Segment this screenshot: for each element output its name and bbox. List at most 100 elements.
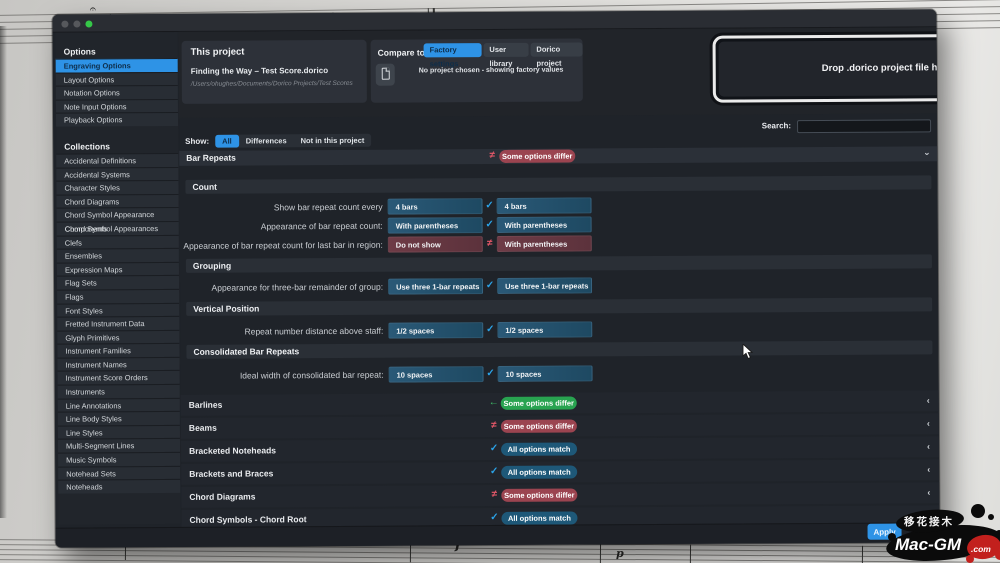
sidebar-item-line-styles[interactable]: Line Styles xyxy=(58,425,180,439)
chevron-left-icon[interactable]: ‹ xyxy=(927,436,930,457)
sidebar-item-multi-segment-lines[interactable]: Multi-Segment Lines xyxy=(58,438,180,452)
match-icon[interactable]: ✓ xyxy=(483,280,497,291)
screenshot-stage: 𝄐 𝄾 f p { "icons": { "match": "✓", "diff… xyxy=(0,0,1000,563)
differ-icon: ≠ xyxy=(487,489,501,500)
sidebar-item-instrument-families[interactable]: Instrument Families xyxy=(57,343,179,357)
match-icon[interactable]: ✓ xyxy=(483,200,497,211)
match-icon: ✓ xyxy=(487,512,501,523)
sidebar-item-flag-sets[interactable]: Flag Sets xyxy=(57,275,179,289)
section-row-brackets-and-braces[interactable]: Brackets and Braces ✓ All options match … xyxy=(181,459,939,485)
status-badge: Some options differ xyxy=(501,397,577,410)
watermark-chinese-text: 移花接木 xyxy=(904,515,954,528)
sidebar-item-chord-diagrams[interactable]: Chord Diagrams xyxy=(56,194,178,208)
sidebar-item-instrument-names[interactable]: Instrument Names xyxy=(57,357,179,371)
show-segmented-control: All Differences Not in this project xyxy=(215,133,371,147)
status-badge: All options match xyxy=(501,443,577,456)
sidebar-item-ensembles[interactable]: Ensembles xyxy=(57,248,179,262)
sidebar-item-music-symbols[interactable]: Music Symbols xyxy=(58,452,180,466)
sidebar-item-glyph-primitives[interactable]: Glyph Primitives xyxy=(57,330,179,344)
sidebar-item-font-styles[interactable]: Font Styles xyxy=(57,302,179,316)
zoom-window-button[interactable] xyxy=(85,20,92,27)
sidebar-item-playback-options[interactable]: Playback Options xyxy=(56,112,178,126)
section-row-chord-diagrams[interactable]: Chord Diagrams ≠ Some options differ ‹ xyxy=(181,482,939,508)
sidebar-item-fretted-instrument-data[interactable]: Fretted Instrument Data xyxy=(57,316,179,330)
choose-project-button[interactable] xyxy=(376,64,395,86)
sidebar-item-notation-options[interactable]: Notation Options xyxy=(56,85,178,99)
sidebar-item-noteheads[interactable]: Noteheads xyxy=(58,479,180,493)
match-icon[interactable]: ✓ xyxy=(484,368,498,379)
sidebar-item-line-annotations[interactable]: Line Annotations xyxy=(58,398,180,412)
watermark-brand-suffix: .com xyxy=(971,544,991,554)
tab-factory-settings[interactable]: Factory settings xyxy=(424,43,482,57)
sidebar-item-layout-options[interactable]: Layout Options xyxy=(56,72,178,86)
bar-repeats-content: Count Show bar repeat count every 4 bars… xyxy=(179,161,939,533)
show-tab-not-in-project[interactable]: Not in this project xyxy=(294,133,372,146)
sidebar-item-expression-maps[interactable]: Expression Maps xyxy=(57,262,179,276)
section-title: Barlines xyxy=(189,395,223,416)
restored-arrow-icon: ← xyxy=(487,397,501,408)
search-input[interactable] xyxy=(797,119,931,133)
minimize-window-button[interactable] xyxy=(73,21,80,28)
sidebar-item-chord-symbol-appearances[interactable]: Chord Symbol Appearances xyxy=(57,221,179,235)
option-label: Ideal width of consolidated bar repeat: xyxy=(181,369,389,380)
mouse-cursor xyxy=(742,344,754,360)
differ-icon[interactable]: ≠ xyxy=(483,238,497,249)
sidebar-item-chord-symbol-appearance-components[interactable]: Chord Symbol Appearance Components xyxy=(57,207,179,221)
option-row: Show bar repeat count every 4 bars ✓ 4 b… xyxy=(180,194,938,216)
tab-user-library[interactable]: User library xyxy=(483,43,528,57)
compare-panel: Compare to: Factory settings User librar… xyxy=(371,38,583,102)
section-row-bracketed-noteheads[interactable]: Bracketed Noteheads ✓ All options match … xyxy=(181,436,939,462)
show-filter: Show: All Differences Not in this projec… xyxy=(185,133,371,148)
sidebar-item-flags[interactable]: Flags xyxy=(57,289,179,303)
search-label: Search: xyxy=(762,121,791,130)
group-header-grouping: Grouping xyxy=(186,254,932,273)
sidebar-item-instruments[interactable]: Instruments xyxy=(58,384,180,398)
value-box-factory: 4 bars xyxy=(497,197,592,214)
show-tab-differences[interactable]: Differences xyxy=(239,134,294,147)
option-label: Appearance for three-bar remainder of gr… xyxy=(180,281,388,292)
main-panel: This project Finding the Way – Test Scor… xyxy=(178,27,939,547)
chevron-left-icon[interactable]: ‹ xyxy=(927,390,930,411)
sidebar-item-character-styles[interactable]: Character Styles xyxy=(56,180,178,194)
section-title: Bracketed Noteheads xyxy=(189,440,276,462)
sidebar-item-note-input-options[interactable]: Note Input Options xyxy=(56,99,178,113)
close-window-button[interactable] xyxy=(61,21,68,28)
value-box-factory: Use three 1-bar repeats xyxy=(497,277,592,294)
this-project-title: This project xyxy=(191,47,245,58)
section-row-barlines[interactable]: Barlines ← Some options differ ‹ xyxy=(181,390,939,416)
chevron-left-icon[interactable]: ‹ xyxy=(927,459,930,480)
sidebar-item-line-body-styles[interactable]: Line Body Styles xyxy=(58,411,180,425)
show-tab-all[interactable]: All xyxy=(215,134,239,147)
match-icon[interactable]: ✓ xyxy=(483,219,497,230)
differ-icon: ≠ xyxy=(485,150,499,161)
chevron-left-icon[interactable]: ‹ xyxy=(927,482,930,503)
chevron-down-icon[interactable]: ‹ xyxy=(919,152,934,155)
value-box-project: Use three 1-bar repeats xyxy=(388,278,483,295)
sidebar-item-engraving-options[interactable]: Engraving Options xyxy=(56,58,178,72)
sidebar-item-clefs[interactable]: Clefs xyxy=(57,234,179,248)
tab-dorico-project[interactable]: Dorico project xyxy=(530,42,582,56)
match-icon: ✓ xyxy=(487,466,501,477)
sidebar-item-notehead-sets[interactable]: Notehead Sets xyxy=(58,466,180,480)
sidebar-item-instrument-score-orders[interactable]: Instrument Score Orders xyxy=(58,370,180,384)
sidebar-item-accidental-systems[interactable]: Accidental Systems xyxy=(56,167,178,181)
section-title: Beams xyxy=(189,418,217,439)
value-box-project: With parentheses xyxy=(388,217,483,234)
value-box-project: 10 spaces xyxy=(389,366,484,383)
value-box-factory: With parentheses xyxy=(497,235,592,252)
sidebar-item-accidental-definitions[interactable]: Accidental Definitions xyxy=(56,153,178,167)
chevron-left-icon[interactable]: ‹ xyxy=(927,413,930,434)
value-box-factory: 1/2 spaces xyxy=(497,321,592,338)
option-label: Repeat number distance above staff: xyxy=(180,325,388,336)
value-box-factory: 10 spaces xyxy=(498,365,593,382)
project-file-name: Finding the Way – Test Score.dorico xyxy=(191,66,328,76)
differ-icon: ≠ xyxy=(487,420,501,431)
piano-glyph: p xyxy=(616,547,624,560)
collapsed-section-list: Barlines ← Some options differ ‹ Beams ≠… xyxy=(181,390,940,531)
compare-to-label: Compare to: xyxy=(378,47,428,57)
dorico-project-dropzone[interactable]: Drop .dorico project file here xyxy=(713,34,940,103)
section-row-beams[interactable]: Beams ≠ Some options differ ‹ xyxy=(181,413,939,439)
status-badge: Some options differ xyxy=(501,489,577,502)
match-icon[interactable]: ✓ xyxy=(483,324,497,335)
group-header-vertical-position: Vertical Position xyxy=(186,297,932,316)
